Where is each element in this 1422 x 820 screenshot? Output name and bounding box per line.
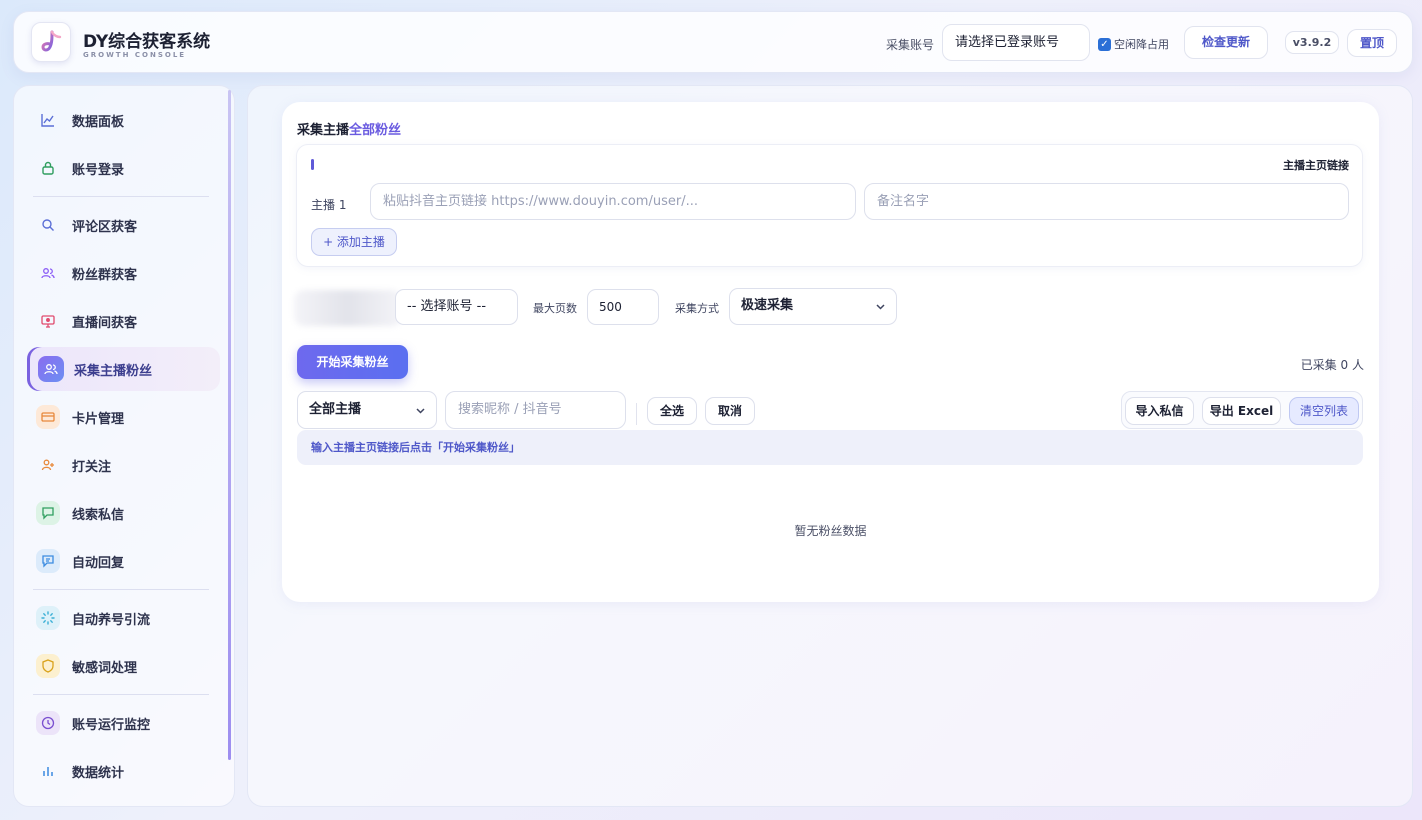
empty-state-text: 暂无粉丝数据: [794, 524, 867, 538]
add-host-button[interactable]: + 添加主播: [311, 228, 397, 256]
cancel-selection-button[interactable]: 取消: [705, 397, 755, 425]
app-logo: [31, 22, 71, 62]
page-title: 采集主播全部粉丝: [297, 119, 401, 138]
blurred-avatar: [294, 290, 402, 326]
sidebar-item-label: 数据统计: [72, 765, 125, 781]
sidebar-item-label: 自动回复: [72, 555, 125, 571]
sidebar-item-auto-reply[interactable]: 自动回复: [27, 539, 220, 583]
collect-mode-select[interactable]: 极速采集: [729, 288, 897, 325]
hint-banner: 输入主播主页链接后点击「开始采集粉丝」: [297, 430, 1363, 465]
host-links-label: 主播主页链接: [1283, 159, 1349, 172]
sidebar-item-account-login[interactable]: 账号登录: [27, 146, 220, 190]
max-pages-label: 最大页数: [533, 302, 577, 315]
collect-account-select[interactable]: -- 选择账号 --: [395, 289, 518, 325]
sidebar-item-label: 自动养号引流: [72, 612, 151, 628]
sidebar-item-label: 数据面板: [72, 114, 125, 130]
clock-icon: [36, 711, 60, 735]
bar-chart-icon: [36, 759, 60, 783]
sidebar-scrollbar[interactable]: [228, 90, 231, 760]
page-title-highlight: 全部粉丝: [349, 123, 402, 138]
sidebar-item-label: 粉丝群获客: [72, 267, 138, 283]
host-filter-value: 全部主播: [309, 402, 362, 417]
idle-checkbox[interactable]: ✓ 空闲降占用: [1098, 36, 1169, 52]
sidebar-item-lead-messages[interactable]: 线索私信: [27, 491, 220, 535]
sidebar-item-label: 线索私信: [72, 507, 125, 523]
sidebar-item-account-monitor[interactable]: 账号运行监控: [27, 701, 220, 745]
sidebar-item-label: 评论区获客: [72, 219, 138, 235]
account-label: 采集账号: [886, 38, 935, 52]
sidebar-item-fan-group-leads[interactable]: 粉丝群获客: [27, 251, 220, 295]
account-select[interactable]: 请选择已登录账号: [942, 24, 1090, 61]
app-subtitle: GROWTH CONSOLE: [83, 51, 187, 59]
chevron-down-icon: [875, 289, 886, 326]
sidebar-item-label: 直播间获客: [72, 315, 138, 331]
section-accent-bar: [311, 159, 314, 170]
host-index-label: 主播 1: [311, 198, 347, 212]
collected-count: 已采集 0 人: [1300, 358, 1364, 372]
page-title-prefix: 采集主播: [297, 123, 350, 138]
sidebar-divider: [33, 196, 209, 197]
chart-line-icon: [36, 108, 60, 132]
sidebar-item-label: 采集主播粉丝: [74, 363, 153, 379]
fan-search-input[interactable]: 搜索昵称 / 抖音号: [445, 391, 626, 429]
select-all-button[interactable]: 全选: [647, 397, 697, 425]
card-icon: [36, 405, 60, 429]
collect-fans-card: 采集主播全部粉丝 主播主页链接 主播 1 粘贴抖音主页链接 https://ww…: [282, 102, 1379, 602]
users-icon: [36, 261, 60, 285]
sidebar-item-card-management[interactable]: 卡片管理: [27, 395, 220, 439]
sidebar-item-label: 打关注: [72, 459, 112, 475]
sidebar-item-data-stats[interactable]: 数据统计: [27, 749, 220, 793]
sidebar: 数据面板 账号登录 评论区获客 粉丝群获客 直播间获客 采集主播粉丝 卡片管理 …: [13, 85, 235, 807]
max-pages-input[interactable]: 500: [587, 289, 659, 325]
check-update-button[interactable]: 检查更新: [1184, 26, 1268, 59]
monitor-icon: [36, 309, 60, 333]
pin-top-button[interactable]: 置顶: [1347, 29, 1397, 57]
host-note-input[interactable]: 备注名字: [864, 183, 1349, 220]
sidebar-item-live-room-leads[interactable]: 直播间获客: [27, 299, 220, 343]
search-icon: [36, 213, 60, 237]
message-icon: [36, 501, 60, 525]
sidebar-item-follow[interactable]: 打关注: [27, 443, 220, 487]
shield-icon: [36, 654, 60, 678]
idle-checkbox-label: 空闲降占用: [1114, 38, 1169, 51]
main-panel: 采集主播全部粉丝 主播主页链接 主播 1 粘贴抖音主页链接 https://ww…: [247, 85, 1413, 807]
top-bar: DY综合获客系统 GROWTH CONSOLE 采集账号 请选择已登录账号 ✓ …: [13, 11, 1413, 73]
sidebar-item-label: 账号运行监控: [72, 717, 151, 733]
version-badge: v3.9.2: [1285, 31, 1339, 54]
clear-list-button[interactable]: 清空列表: [1289, 397, 1359, 425]
sidebar-item-collect-host-fans[interactable]: 采集主播粉丝: [27, 347, 220, 391]
lock-icon: [36, 156, 60, 180]
loader-icon: [36, 606, 60, 630]
sidebar-divider: [33, 589, 209, 590]
sidebar-item-label: 账号登录: [72, 162, 125, 178]
sidebar-item-comment-leads[interactable]: 评论区获客: [27, 203, 220, 247]
checkbox-checked-icon[interactable]: ✓: [1098, 37, 1111, 51]
sidebar-item-dashboard[interactable]: 数据面板: [27, 98, 220, 142]
export-excel-button[interactable]: 导出 Excel: [1202, 397, 1281, 425]
toolbar-divider: [636, 403, 637, 425]
chevron-down-icon: [415, 392, 426, 431]
sidebar-item-label: 卡片管理: [72, 411, 125, 427]
collect-mode-value: 极速采集: [741, 298, 794, 313]
host-link-input[interactable]: 粘贴抖音主页链接 https://www.douyin.com/user/...: [370, 183, 856, 220]
user-plus-icon: [36, 453, 60, 477]
import-dm-button[interactable]: 导入私信: [1125, 397, 1194, 425]
host-filter-select[interactable]: 全部主播: [297, 391, 437, 429]
host-links-section: 主播主页链接 主播 1 粘贴抖音主页链接 https://www.douyin.…: [296, 144, 1363, 267]
sidebar-item-label: 敏感词处理: [72, 660, 138, 676]
users-icon: [38, 356, 64, 382]
app-title: DY综合获客系统: [83, 32, 211, 52]
sidebar-item-sensitive-words[interactable]: 敏感词处理: [27, 644, 220, 688]
reply-icon: [36, 549, 60, 573]
collect-mode-label: 采集方式: [675, 302, 719, 315]
start-collect-button[interactable]: 开始采集粉丝: [297, 345, 408, 379]
sidebar-item-auto-nurture[interactable]: 自动养号引流: [27, 596, 220, 640]
sidebar-divider: [33, 694, 209, 695]
